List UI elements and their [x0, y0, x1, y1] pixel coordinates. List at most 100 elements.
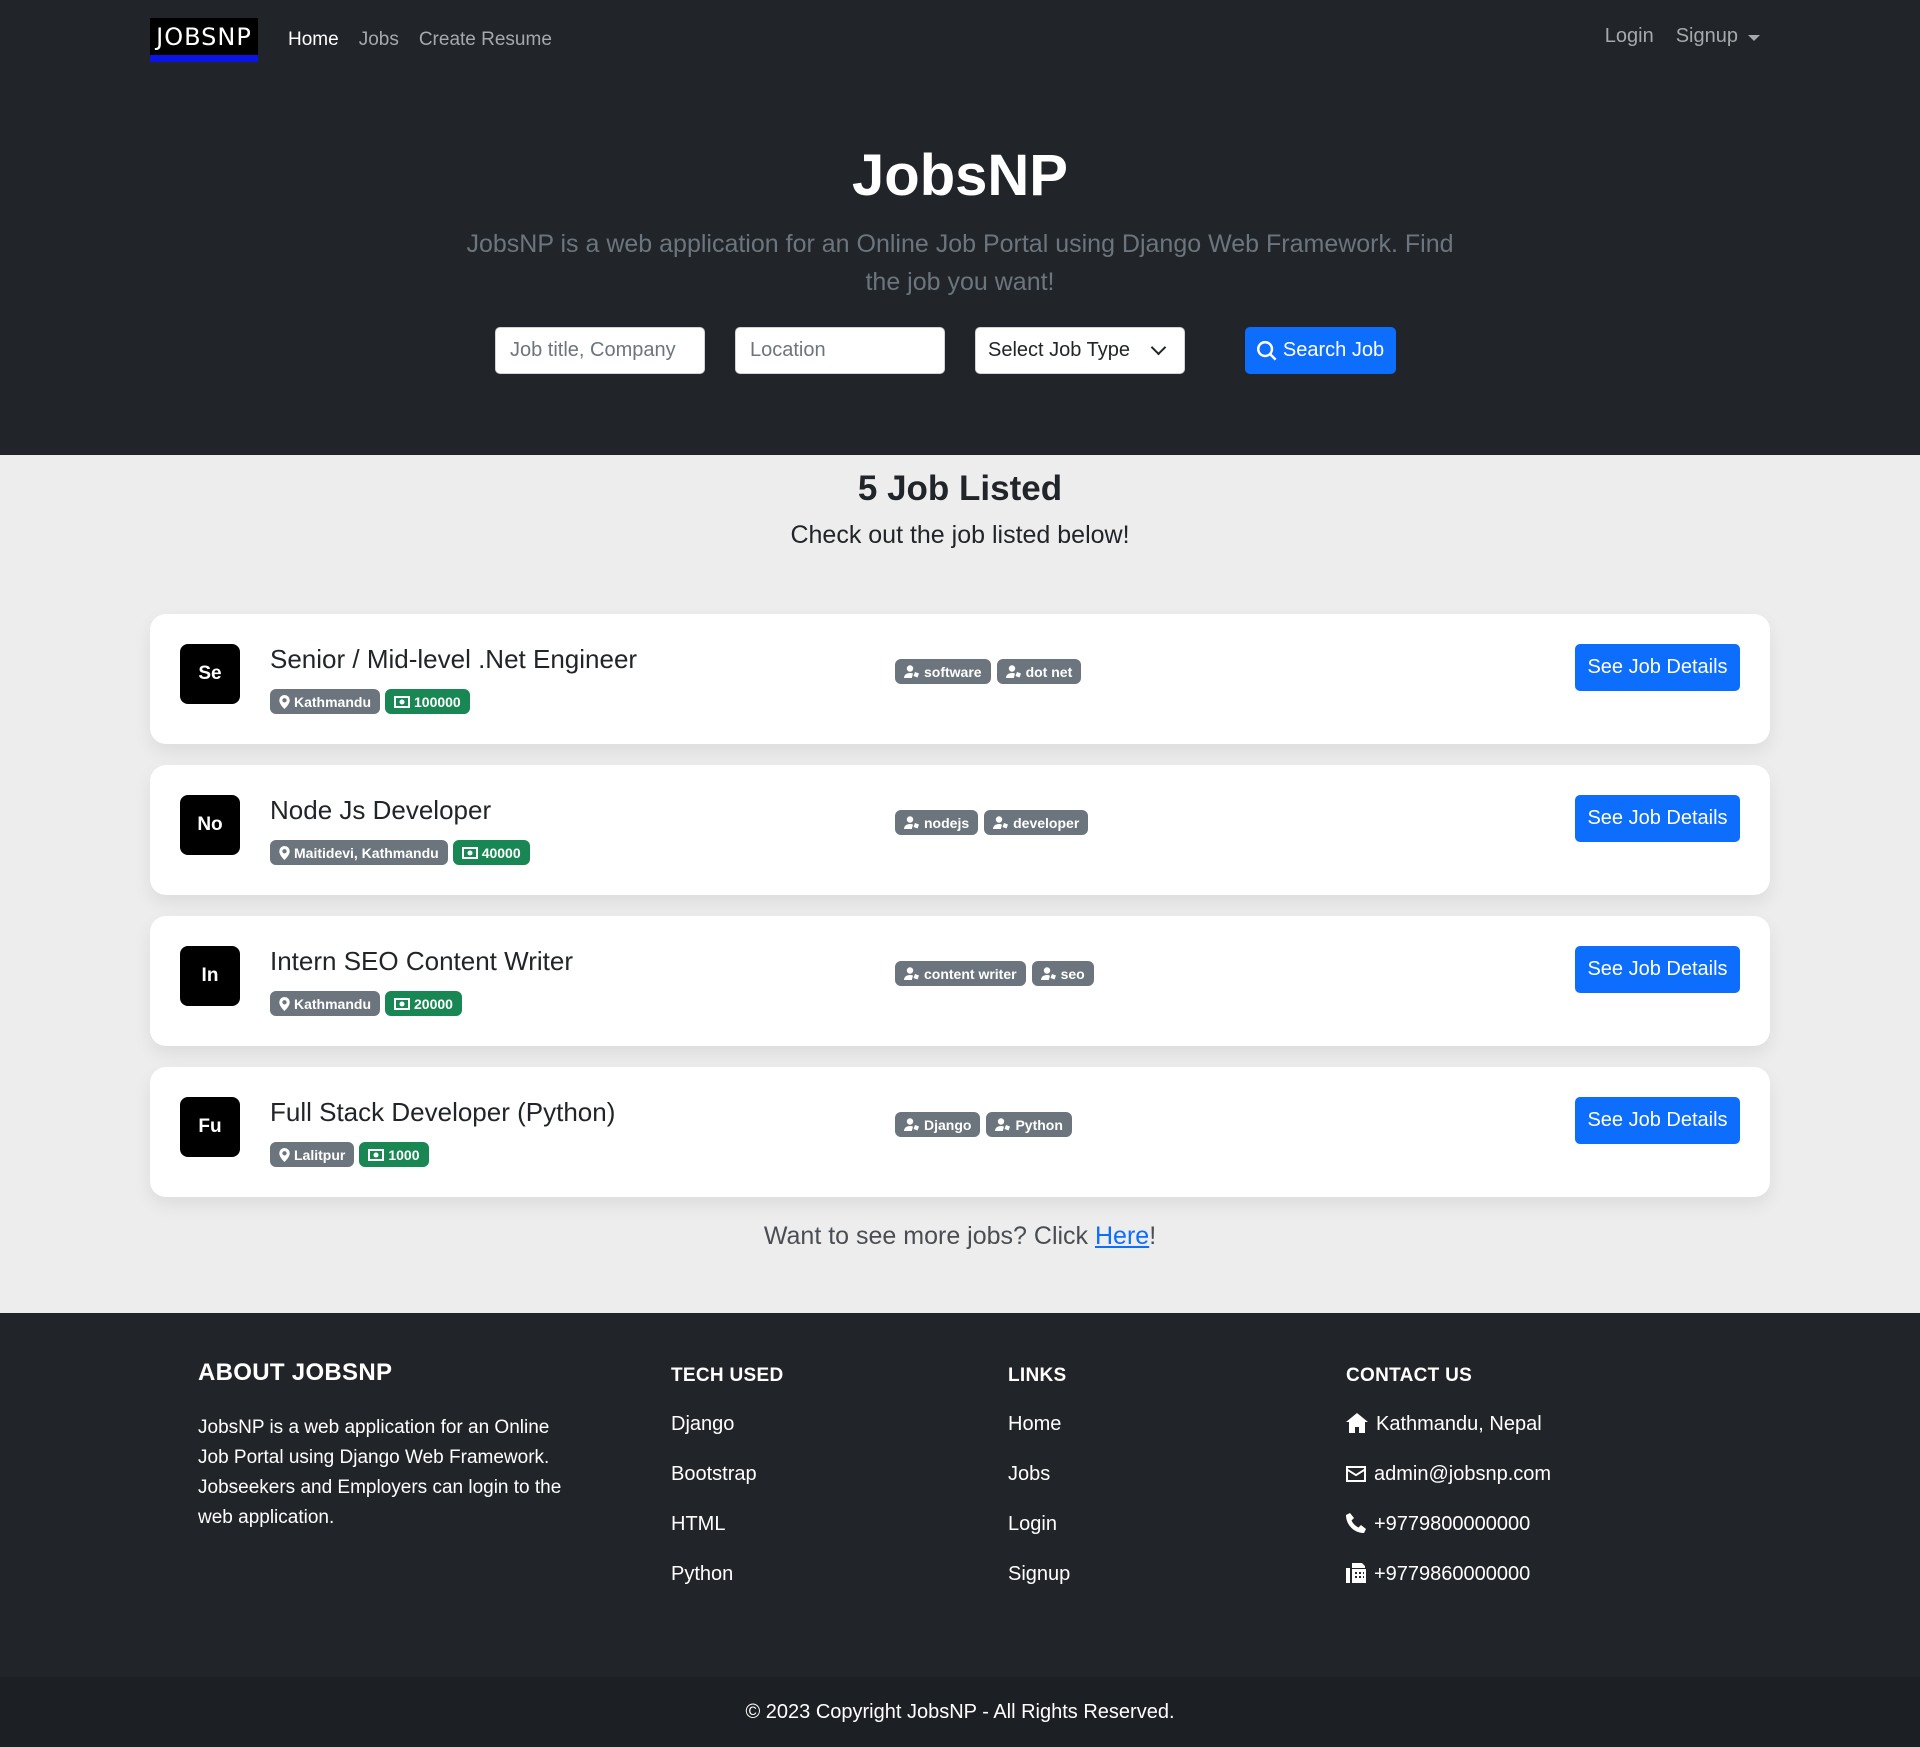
more-jobs-suffix: !	[1149, 1222, 1157, 1250]
tag-badge: dot net	[996, 659, 1082, 684]
hero-section: JOBSNP Home Jobs Create Resume Login Sig…	[0, 0, 1920, 455]
location-text: Maitidevi, Kathmandu	[294, 844, 439, 861]
location-text: Kathmandu	[294, 693, 371, 710]
tag-text: Django	[924, 1116, 972, 1133]
phone-icon	[1346, 1513, 1366, 1533]
footer-links-list: Home Jobs Login Signup	[1008, 1413, 1070, 1613]
hero-title: JobsNP	[852, 143, 1068, 208]
tag-text: Python	[1015, 1116, 1063, 1133]
footer-link-login[interactable]: Login	[1008, 1513, 1070, 1563]
tech-item: Python	[671, 1563, 734, 1585]
job-card: No Node Js Developer Maitidevi, Kathmand…	[150, 765, 1770, 895]
footer-tech: TECH USED Django Bootstrap HTML Python	[671, 1365, 784, 1613]
salary-text: 1000	[388, 1146, 420, 1163]
footer-contact-list: Kathmandu, Nepal admin@jobsnp.com +97798…	[1346, 1413, 1551, 1613]
job-title: Node Js Developer	[270, 795, 492, 825]
tag-badge: Python	[986, 1112, 1072, 1137]
copyright-bar: © 2023 Copyright JobsNP - All Rights Res…	[0, 1677, 1920, 1747]
nav-link-create-resume[interactable]: Create Resume	[419, 29, 552, 51]
user-tag-icon	[995, 1118, 1011, 1131]
salary-badge: 100000	[385, 689, 470, 714]
map-pin-icon	[279, 845, 290, 860]
job-title: Senior / Mid-level .Net Engineer	[270, 644, 638, 674]
job-title: Full Stack Developer (Python)	[270, 1097, 616, 1127]
contact-phone: +9779800000000	[1346, 1513, 1551, 1563]
money-icon	[461, 846, 478, 859]
money-icon	[394, 695, 410, 708]
see-job-details-button[interactable]: See Job Details	[1575, 795, 1740, 842]
navbar: JOBSNP Home Jobs Create Resume Login Sig…	[0, 0, 1920, 84]
tag-badge: developer	[984, 810, 1089, 835]
user-tag-icon	[904, 665, 919, 678]
footer-link-signup[interactable]: Signup	[1008, 1563, 1070, 1613]
location-badge: Kathmandu	[270, 991, 380, 1016]
see-job-details-button[interactable]: See Job Details	[1575, 1097, 1740, 1144]
brand-logo[interactable]: JOBSNP	[150, 18, 258, 62]
chevron-down-icon	[1150, 339, 1167, 356]
tag-badge: Django	[895, 1112, 981, 1137]
job-card: Fu Full Stack Developer (Python) Lalitpu…	[150, 1067, 1770, 1197]
footer-about-text: JobsNP is a web application for an Onlin…	[198, 1417, 562, 1528]
tag-badge: seo	[1031, 961, 1094, 986]
tag-badge: software	[895, 659, 991, 684]
job-tags: software dot net	[895, 659, 1082, 684]
tech-item: HTML	[671, 1513, 726, 1535]
location-badge: Kathmandu	[270, 689, 380, 714]
tag-badge: nodejs	[895, 810, 979, 835]
tag-text: dot net	[1025, 663, 1073, 680]
footer-links-title: LINKS	[1008, 1365, 1067, 1386]
location-badge: Maitidevi, Kathmandu	[270, 840, 448, 865]
job-type-select[interactable]: Select Job Type	[975, 327, 1185, 374]
contact-phone-text: +9779800000000	[1374, 1513, 1531, 1535]
fax-icon	[1346, 1563, 1366, 1583]
job-search-form: Select Job Type Search Job	[495, 327, 1396, 374]
job-meta: Kathmandu 20000	[270, 991, 462, 1016]
money-icon	[368, 1148, 385, 1161]
tag-badge: content writer	[895, 961, 1026, 986]
footer-link-home[interactable]: Home	[1008, 1413, 1070, 1463]
location-input[interactable]	[735, 327, 945, 374]
tag-text: nodejs	[924, 814, 970, 831]
nav-login-link[interactable]: Login	[1605, 25, 1654, 48]
listing-title: 5 Job Listed	[857, 469, 1063, 508]
nav-link-home[interactable]: Home	[288, 29, 339, 51]
footer-link-jobs[interactable]: Jobs	[1008, 1463, 1070, 1513]
job-type-value: Select Job Type	[988, 339, 1130, 361]
job-card: Se Senior / Mid-level .Net Engineer Kath…	[150, 614, 1770, 744]
salary-text: 100000	[414, 693, 461, 710]
tag-text: developer	[1013, 814, 1080, 831]
search-icon	[1256, 340, 1277, 360]
footer-about: ABOUT JOBSNP JobsNP is a web application…	[198, 1359, 578, 1533]
tech-item: Django	[671, 1413, 735, 1435]
job-title-input[interactable]	[495, 327, 705, 374]
contact-address-text: Kathmandu, Nepal	[1376, 1413, 1542, 1435]
user-tag-icon	[904, 1118, 919, 1131]
listing-subtitle: Check out the job listed below!	[790, 521, 1130, 549]
user-tag-icon	[1005, 665, 1021, 678]
tag-text: seo	[1060, 965, 1085, 982]
hero-subtitle: JobsNP is a web application for an Onlin…	[466, 230, 1454, 296]
location-badge: Lalitpur	[270, 1142, 355, 1167]
contact-address: Kathmandu, Nepal	[1346, 1413, 1551, 1463]
footer-tech-title: TECH USED	[671, 1365, 784, 1386]
contact-email-text[interactable]: admin@jobsnp.com	[1374, 1463, 1551, 1486]
job-meta: Lalitpur 1000	[270, 1142, 429, 1167]
copyright-text: © 2023 Copyright JobsNP - All Rights Res…	[745, 1700, 1175, 1723]
tech-item: Bootstrap	[671, 1463, 757, 1485]
contact-email: admin@jobsnp.com	[1346, 1463, 1551, 1513]
footer-tech-list: Django Bootstrap HTML Python	[671, 1413, 784, 1613]
company-avatar: No	[180, 795, 240, 855]
job-tags: content writer seo	[895, 961, 1094, 986]
footer: ABOUT JOBSNP JobsNP is a web application…	[0, 1313, 1920, 1677]
location-text: Lalitpur	[294, 1146, 346, 1163]
job-title: Intern SEO Content Writer	[270, 946, 573, 976]
footer-links: LINKS Home Jobs Login Signup	[1008, 1365, 1070, 1613]
nav-signup-dropdown[interactable]: Signup	[1676, 25, 1760, 48]
nav-link-jobs[interactable]: Jobs	[359, 29, 399, 51]
salary-badge: 40000	[452, 840, 530, 865]
see-job-details-button[interactable]: See Job Details	[1575, 946, 1740, 993]
see-job-details-button[interactable]: See Job Details	[1575, 644, 1740, 691]
search-job-button[interactable]: Search Job	[1245, 327, 1396, 374]
more-jobs-link[interactable]: Here	[1095, 1222, 1149, 1250]
map-pin-icon	[279, 1147, 290, 1162]
